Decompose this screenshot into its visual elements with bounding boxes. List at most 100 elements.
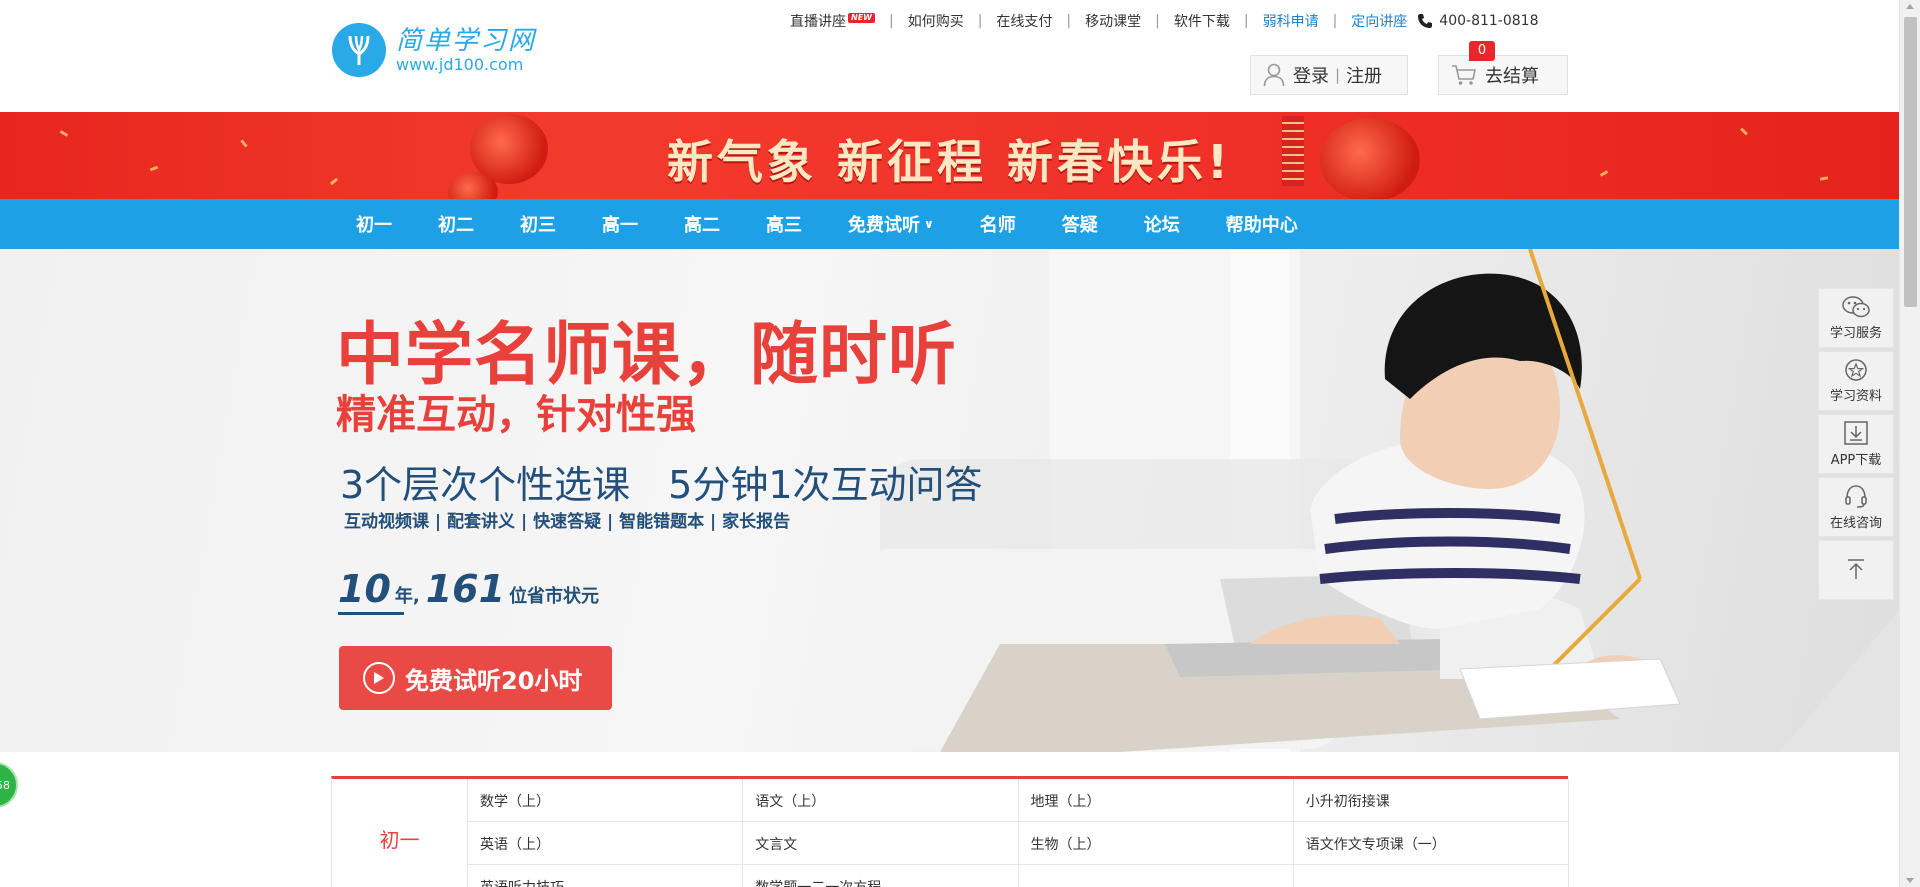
hero-banner: 中学名师课，随时听 精准互动，针对性强 3个层次个性选课 5分钟1次互动问答 互… — [0, 249, 1899, 752]
scroll-up-arrow-icon[interactable] — [1906, 4, 1914, 9]
float-study-service[interactable]: 学习服务 — [1818, 288, 1894, 348]
course-link[interactable] — [1294, 865, 1569, 887]
nav-item-forum[interactable]: 论坛 — [1144, 211, 1180, 237]
nav-item-teachers[interactable]: 名师 — [980, 211, 1016, 237]
float-study-materials[interactable]: 学习资料 — [1818, 351, 1894, 411]
course-link[interactable] — [1019, 865, 1294, 887]
nav-item-grade9[interactable]: 初三 — [520, 211, 556, 237]
divider: | — [1335, 66, 1341, 84]
cart-count-badge: 0 — [1469, 41, 1495, 61]
checkout-button[interactable]: 0 去结算 — [1438, 41, 1568, 95]
float-label: 学习资料 — [1829, 389, 1882, 404]
student-study-illustration — [880, 249, 1899, 752]
course-link[interactable]: 语文作文专项课（一） — [1294, 822, 1569, 865]
nav-item-grade7[interactable]: 初一 — [356, 211, 392, 237]
stat-count: 161 — [425, 567, 506, 611]
register-link[interactable]: 注册 — [1346, 62, 1382, 88]
wechat-icon — [1842, 296, 1870, 318]
scroll-down-arrow-icon[interactable] — [1906, 878, 1914, 883]
nav-item-grade11[interactable]: 高二 — [684, 211, 720, 237]
login-link[interactable]: 登录 — [1293, 62, 1329, 88]
promo-text: 新气象 新征程 新春快乐! — [666, 135, 1232, 189]
top-links: 直播讲座 NEW | 如何购买 | 在线支付 | 移动课堂 | 软件下载 | 弱科… — [790, 10, 1538, 32]
promo-banner[interactable]: 新气象 新征程 新春快乐! — [0, 112, 1899, 199]
course-link[interactable]: 生物（上） — [1019, 822, 1294, 865]
back-to-top-icon — [1848, 558, 1864, 579]
user-icon — [1263, 63, 1285, 87]
top-link-mobile-class[interactable]: 移动课堂 — [1085, 11, 1141, 31]
free-trial-button[interactable]: 免费试听20小时 — [339, 646, 612, 710]
grade-label[interactable]: 初一 — [332, 779, 468, 887]
course-link[interactable]: 英语听力技巧 — [468, 865, 744, 887]
nav-item-free-trial[interactable]: 免费试听 ∨ — [848, 211, 934, 237]
page: 简单学习网 www.jd100.com 直播讲座 NEW | 如何购买 | 在线支… — [0, 0, 1920, 887]
chevron-down-icon: ∨ — [924, 217, 934, 231]
stat-count-unit: 位省市状元 — [509, 586, 600, 607]
course-link[interactable]: 小升初衔接课 — [1294, 779, 1569, 822]
phone-number: 400-811-0818 — [1439, 13, 1539, 29]
main-nav: 初一 初二 初三 高一 高二 高三 免费试听 ∨ 名师 答疑 论坛 帮助中心 — [0, 199, 1899, 249]
divider: | — [977, 13, 983, 29]
scroll-thumb[interactable] — [1904, 17, 1917, 307]
nav-item-qa[interactable]: 答疑 — [1062, 211, 1098, 237]
float-label: APP下载 — [1830, 453, 1882, 468]
phone: 400-811-0818 — [1417, 13, 1538, 29]
hero-stat: 10 年, 161 位省市状元 — [338, 567, 605, 611]
top-link-live[interactable]: 直播讲座 NEW — [790, 11, 875, 31]
divider: | — [1243, 13, 1249, 29]
float-app-download[interactable]: APP下载 — [1818, 414, 1894, 474]
phone-icon — [1418, 14, 1433, 28]
course-link[interactable]: 英语（上） — [468, 822, 744, 865]
star-badge-icon — [1845, 359, 1867, 381]
top-link-label: 直播讲座 — [790, 14, 846, 30]
site-logo[interactable]: 简单学习网 www.jd100.com — [332, 22, 542, 78]
floating-widget-bubble[interactable]: 58 — [0, 762, 18, 808]
cart-icon — [1452, 65, 1476, 85]
site-header: 简单学习网 www.jd100.com 直播讲座 NEW | 如何购买 | 在线支… — [0, 0, 1899, 112]
vertical-scrollbar[interactable] — [1899, 0, 1920, 887]
top-link-weak-subject[interactable]: 弱科申请 — [1263, 11, 1319, 31]
hero-tagline: 3个层次个性选课 5分钟1次互动问答 — [340, 463, 983, 507]
checkout-label: 去结算 — [1485, 66, 1539, 87]
play-icon — [363, 662, 395, 694]
nav-item-help-center[interactable]: 帮助中心 — [1226, 211, 1298, 237]
course-link[interactable]: 地理（上） — [1019, 779, 1294, 822]
free-trial-label: 免费试听20小时 — [405, 666, 583, 695]
top-link-software-download[interactable]: 软件下载 — [1174, 11, 1230, 31]
table-row: 数学（上） 语文（上） 地理（上） 小升初衔接课 — [468, 779, 1569, 822]
course-link[interactable]: 文言文 — [743, 822, 1019, 865]
divider: | — [1332, 13, 1338, 29]
back-to-top-button[interactable] — [1818, 540, 1894, 600]
top-link-targeted-lecture[interactable]: 定向讲座 — [1351, 11, 1407, 31]
logo-name: 简单学习网 — [396, 26, 537, 56]
bubble-text: 58 — [0, 778, 10, 792]
course-link[interactable]: 语文（上） — [743, 779, 1019, 822]
nav-item-grade10[interactable]: 高一 — [602, 211, 638, 237]
hero-subheadline: 精准互动，针对性强 — [336, 392, 696, 438]
float-label: 在线咨询 — [1829, 516, 1882, 531]
table-row: 英语（上） 文言文 生物（上） 语文作文专项课（一） — [468, 822, 1569, 865]
stat-years: 10 — [338, 567, 391, 611]
float-online-consult[interactable]: 在线咨询 — [1818, 477, 1894, 537]
logo-url: www.jd100.com — [396, 55, 524, 74]
divider: | — [1155, 13, 1160, 29]
right-float-bar: 学习服务 学习资料 APP下载 在线咨询 — [1818, 288, 1894, 603]
nav-item-label: 免费试听 — [848, 215, 920, 236]
stat-years-unit: 年, — [394, 586, 420, 607]
course-link[interactable]: 数学（上） — [468, 779, 744, 822]
float-label: 学习服务 — [1829, 326, 1882, 341]
course-grid: 数学（上） 语文（上） 地理（上） 小升初衔接课 英语（上） 文言文 生物（上）… — [468, 779, 1569, 887]
top-link-online-pay[interactable]: 在线支付 — [996, 11, 1052, 31]
divider: | — [888, 13, 894, 29]
nav-item-grade8[interactable]: 初二 — [438, 211, 474, 237]
stat-underline — [338, 612, 404, 615]
hero-features: 互动视频课 | 配套讲义 | 快速答疑 | 智能错题本 | 家长报告 — [344, 512, 791, 532]
table-row: 英语听力技巧 数学题一二一次方程 — [468, 865, 1569, 887]
course-link[interactable]: 数学题一二一次方程 — [743, 865, 1019, 887]
top-link-how-to-buy[interactable]: 如何购买 — [908, 11, 964, 31]
download-icon — [1844, 421, 1868, 445]
logo-mark-icon — [332, 23, 386, 77]
headset-icon — [1845, 485, 1867, 508]
nav-item-grade12[interactable]: 高三 — [766, 211, 802, 237]
login-register-box: 登录 | 注册 — [1250, 55, 1408, 95]
